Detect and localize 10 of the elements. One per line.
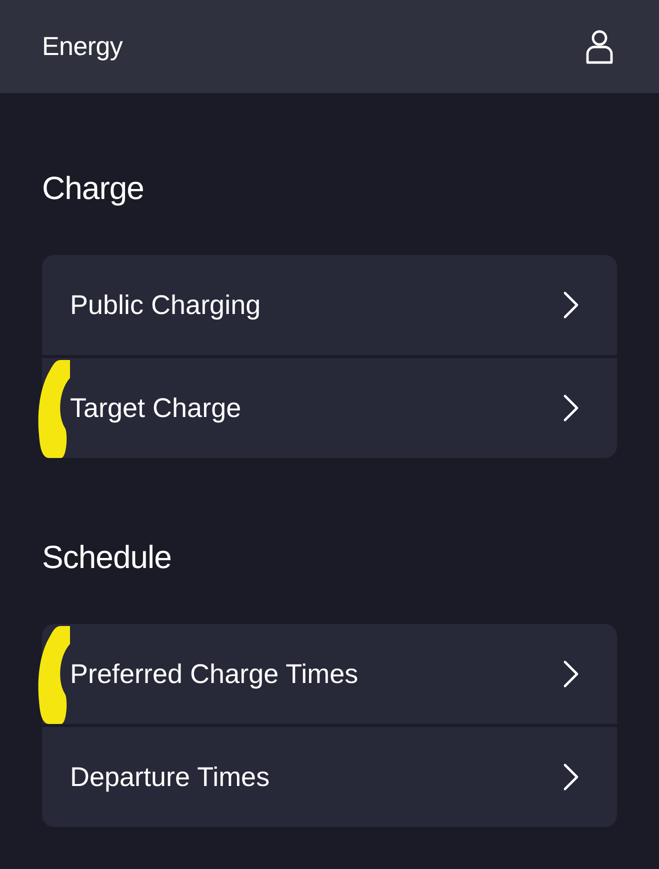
- chevron-right-icon: [563, 660, 579, 688]
- chevron-right-icon: [563, 763, 579, 791]
- menu-row[interactable]: Departure Times: [42, 727, 617, 827]
- section-heading: Schedule: [42, 538, 172, 577]
- chevron-right-icon: [563, 394, 579, 422]
- section-heading: Charge: [42, 169, 144, 208]
- menu-row[interactable]: Public Charging: [42, 255, 617, 355]
- user-icon[interactable]: [586, 30, 613, 64]
- page-title: Energy: [42, 31, 123, 62]
- chevron-right-icon: [563, 291, 579, 319]
